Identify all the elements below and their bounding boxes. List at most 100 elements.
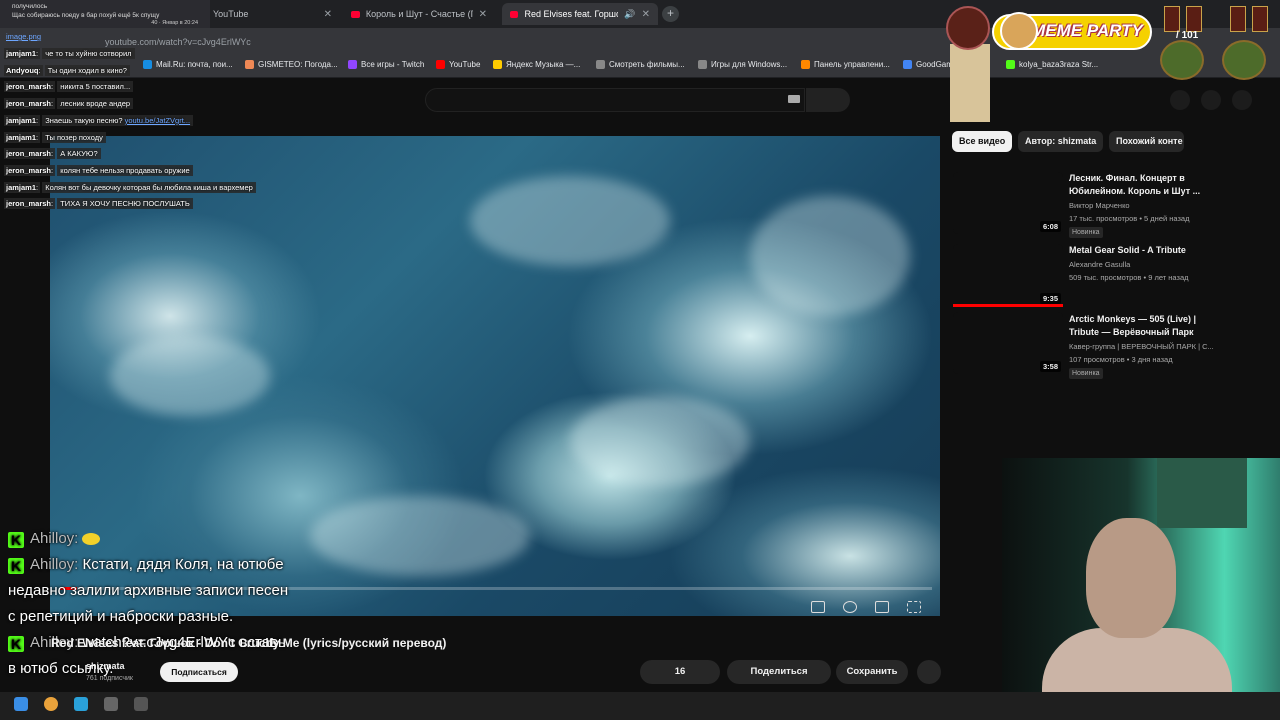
image-link[interactable]: image.png — [6, 32, 41, 41]
bookmark-control-panel[interactable]: Панель управлени... — [801, 60, 890, 69]
keyboard-icon[interactable] — [788, 95, 800, 103]
chat-text: Колян вот бы девочку которая бы любила к… — [42, 181, 256, 193]
webcam-overlay — [1002, 458, 1280, 720]
chat-username: Ahilloy: — [30, 556, 79, 573]
chip-author[interactable]: Автор: shizmata — [1018, 131, 1104, 152]
chat-username: jamjam1 — [6, 115, 37, 125]
chat-message: jeron_marsh: А КАКУЮ? — [4, 146, 304, 163]
chat-username: jeron_marsh — [6, 99, 52, 109]
chat-username: jamjam1 — [6, 49, 37, 58]
related-meta: 509 тыс. просмотров • 9 лет назад — [1069, 273, 1189, 282]
subscriber-count: 761 подписчик — [86, 675, 133, 682]
panel-icon — [801, 60, 810, 69]
chip-similar[interactable]: Похожий конте — [1109, 131, 1184, 152]
twitch-icon — [348, 60, 357, 69]
medal-icon — [1186, 6, 1202, 32]
globe-icon — [698, 60, 707, 69]
chip-all-videos[interactable]: Все видео — [952, 131, 1013, 152]
app-icon[interactable] — [134, 697, 148, 711]
chat-message: Andyouq: Ты один ходил в кино? — [4, 63, 304, 80]
notification-line: получилось — [12, 3, 48, 10]
related-meta: 17 тыс. просмотров • 5 дней назад — [1069, 214, 1190, 223]
seal-icon — [946, 6, 990, 50]
related-author[interactable]: Виктор Марченко — [1069, 201, 1130, 210]
streamer-head — [1086, 518, 1176, 638]
related-author[interactable]: Alexandre Gasulla — [1069, 260, 1130, 269]
chat-message: jamjam1: Колян вот бы девочку которая бы… — [4, 180, 304, 197]
close-icon[interactable]: ✕ — [324, 9, 332, 20]
orc-emblem-icon — [1160, 40, 1204, 80]
big-chat-overlay: K Ahilloy: K Ahilloy: Кстати, дядя Коля, н… — [8, 526, 428, 682]
tab-korol-i-shut[interactable]: Король и Шут - Счастье (Пос ✕ — [343, 3, 495, 25]
more-actions-icon[interactable] — [917, 660, 941, 684]
search-button[interactable] — [806, 88, 850, 112]
bookmark-youtube[interactable]: YouTube — [436, 60, 480, 69]
telegram-icon[interactable] — [74, 697, 88, 711]
bookmark-kolya[interactable]: kolya_baza3raza Str... — [1006, 60, 1098, 69]
bookmark-windows-games[interactable]: Игры для Windows... — [698, 60, 787, 69]
chat-text: колян тебе нельзя продавать оружие — [57, 164, 193, 176]
medal-icon — [1230, 6, 1246, 32]
tab-youtube[interactable]: YouTube ✕ — [205, 3, 340, 25]
big-chat-line: K Ahilloy: Кстати, дядя Коля, на ютюбе — [8, 552, 428, 578]
big-chat-line: с репетиций и наброски разные. — [8, 608, 234, 625]
chat-username: Ahilloy: — [30, 530, 79, 547]
emote-icon — [82, 533, 101, 545]
subtitles-icon[interactable] — [811, 601, 825, 613]
channel-name[interactable]: shizmata — [86, 661, 125, 671]
related-author[interactable]: Кавер-группа | ВЕРЕВОЧНЫЙ ПАРК | С... — [1069, 342, 1214, 351]
settings-icon[interactable] — [843, 601, 857, 613]
theater-icon[interactable] — [875, 601, 889, 613]
chrome-icon[interactable] — [44, 697, 58, 711]
bookmark-twitch[interactable]: Все игры - Twitch — [348, 60, 424, 69]
bookmark-goodgame[interactable]: GoodGam — [903, 60, 953, 69]
chat-text: никита 5 поставил... — [57, 81, 134, 93]
related-title[interactable]: Лесник. Финал. Концерт в Юбилейном. Коро… — [1069, 172, 1219, 198]
tab-red-elvises[interactable]: Red Elvises feat. Горшок - I 🔊 ✕ — [502, 3, 658, 25]
app-icon[interactable] — [104, 697, 118, 711]
share-button[interactable]: Поделиться — [727, 660, 831, 684]
new-badge: Новинка — [1069, 368, 1103, 379]
search-input[interactable] — [425, 88, 805, 112]
related-meta: 107 просмотров • 3 дня назад — [1069, 355, 1173, 364]
create-icon[interactable] — [1170, 90, 1190, 110]
scroll-decoration — [950, 44, 990, 122]
subscribe-button[interactable]: Подписаться — [160, 662, 238, 682]
speaker-icon[interactable]: 🔊 — [624, 9, 635, 20]
chat-text: Ты один ходил в кино? — [44, 64, 130, 76]
notifications-icon[interactable] — [1201, 90, 1221, 110]
bookmark-movies[interactable]: Смотреть фильмы... — [596, 60, 685, 69]
like-button[interactable]: 16 — [640, 660, 720, 684]
kick-icon: K — [8, 558, 24, 574]
chat-link[interactable]: youtu.be/JatZVgrt... — [125, 116, 190, 125]
chat-message: jamjam1: че то ты хуйню сотворил — [4, 46, 304, 63]
bookmark-yandex-music[interactable]: Яндекс Музыка —... — [493, 60, 580, 69]
chat-message: jamjam1: Ты позер походу — [4, 130, 304, 147]
new-tab-button[interactable]: + — [662, 6, 679, 22]
medal-icon — [1252, 6, 1268, 32]
notification-time: 40 · Январ в 20:24 — [151, 20, 198, 26]
close-icon[interactable]: ✕ — [642, 9, 650, 20]
related-title[interactable]: Metal Gear Solid - A Tribute — [1069, 244, 1219, 257]
save-button[interactable]: Сохранить — [836, 660, 908, 684]
video-title: Red Elvises feat. Горшок - Don't Crucify… — [51, 636, 447, 650]
video-foam — [470, 176, 670, 266]
video-foam — [570, 396, 750, 486]
chat-username: jeron_marsh — [6, 199, 52, 209]
related-title[interactable]: Arctic Monkeys — 505 (Live) | Tribute — … — [1069, 313, 1219, 339]
poster-decoration — [1157, 458, 1247, 528]
chat-message: jeron_marsh: никита 5 поставил... — [4, 79, 304, 96]
youtube-icon — [351, 10, 360, 18]
chat-message: jamjam1: Знаешь такую песню? youtu.be/Ja… — [4, 113, 304, 130]
windows-start-icon[interactable] — [14, 697, 28, 711]
kick-icon: K — [8, 636, 24, 652]
video-duration: 3:58 — [1040, 361, 1062, 372]
big-chat-line: недавно залили архивные записи песен — [8, 582, 289, 599]
avatar[interactable] — [1232, 90, 1252, 110]
orc-emblem-icon — [1222, 40, 1266, 80]
kick-icon: K — [8, 532, 24, 548]
watched-progress-bar — [953, 304, 1063, 307]
close-icon[interactable]: ✕ — [479, 9, 487, 20]
fullscreen-icon[interactable] — [907, 601, 921, 613]
kick-icon — [1006, 60, 1015, 69]
